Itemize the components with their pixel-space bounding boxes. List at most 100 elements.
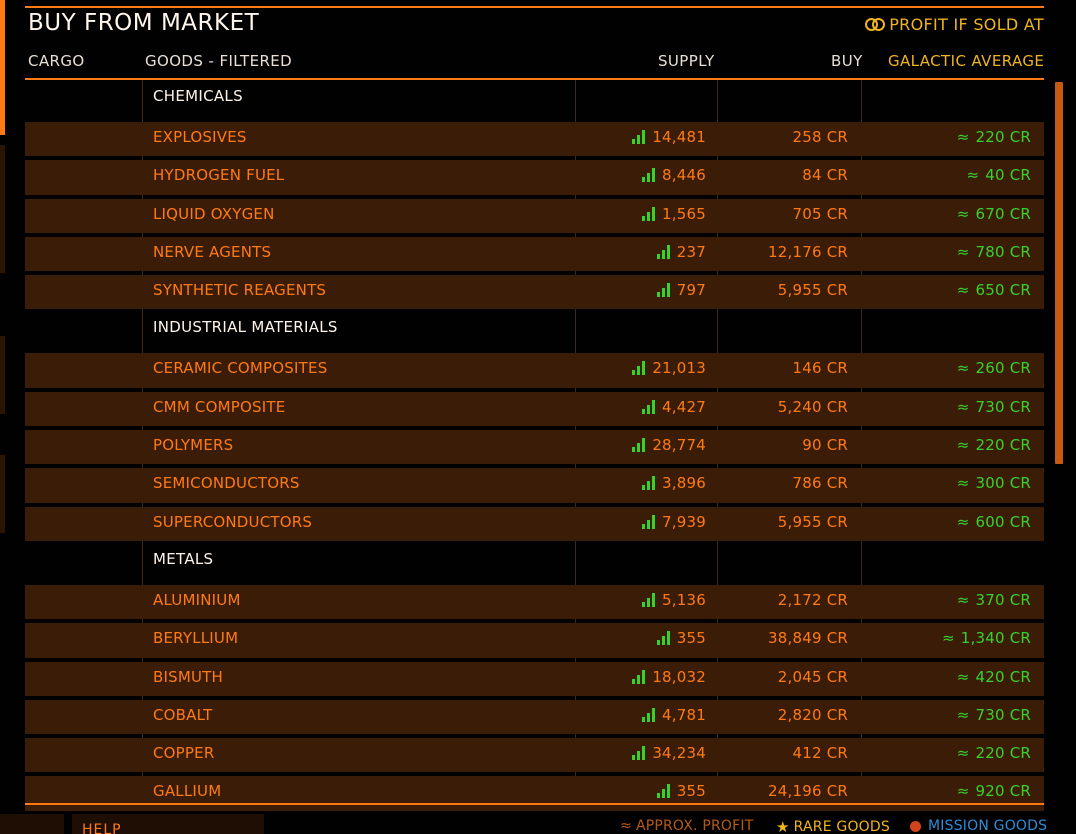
bottom-divider	[25, 803, 1044, 805]
supply-value: 355	[676, 782, 706, 801]
item-supply: 1,565	[642, 205, 706, 223]
market-item-row[interactable]: LIQUID OXYGEN 1,565 705 CR ≈670 CR	[25, 197, 1044, 235]
avg-value: 220 CR	[975, 128, 1031, 146]
supply-value: 5,136	[662, 590, 706, 609]
avg-value: 220 CR	[975, 744, 1031, 763]
item-name: ALUMINIUM	[153, 590, 241, 609]
avg-value: 730 CR	[975, 705, 1031, 724]
market-item-row[interactable]: GALLIUM 355 24,196 CR ≈920 CR	[25, 774, 1044, 812]
item-supply: 5,136	[642, 591, 706, 609]
item-buy-price: 24,196 CR	[768, 782, 848, 801]
market-item-row[interactable]: SYNTHETIC REAGENTS 797 5,955 CR ≈650 CR	[25, 273, 1044, 311]
item-galactic-average: ≈40 CR	[966, 166, 1031, 184]
item-buy-price: 84 CR	[802, 166, 848, 185]
item-supply: 797	[656, 281, 706, 299]
legend-mission-goods: MISSION GOODS	[910, 818, 1047, 834]
item-supply: 4,427	[642, 398, 706, 416]
signal-bars-icon	[642, 399, 656, 414]
item-name: HYDROGEN FUEL	[153, 166, 285, 185]
approx-icon: ≈	[956, 512, 970, 531]
avg-value: 920 CR	[975, 782, 1031, 801]
scrollbar[interactable]	[1055, 82, 1063, 464]
item-buy-price: 786 CR	[792, 474, 848, 493]
approx-icon: ≈	[956, 359, 970, 378]
item-buy-price: 258 CR	[792, 128, 848, 146]
item-buy-price: 5,955 CR	[777, 281, 848, 300]
signal-bars-icon	[632, 130, 646, 144]
market-item-row[interactable]: SUPERCONDUCTORS 7,939 5,955 CR ≈600 CR	[25, 505, 1044, 543]
column-header-supply[interactable]: SUPPLY	[658, 52, 715, 70]
signal-bars-icon	[656, 784, 670, 799]
supply-value: 34,234	[652, 744, 706, 763]
item-name: LIQUID OXYGEN	[153, 204, 275, 223]
market-item-row[interactable]: SEMICONDUCTORS 3,896 786 CR ≈300 CR	[25, 466, 1044, 504]
item-supply: 28,774	[632, 436, 706, 454]
supply-value: 4,427	[662, 397, 706, 416]
legend-rare-goods: ★ RARE GOODS	[776, 818, 890, 834]
category-label: METALS	[153, 549, 214, 568]
left-panel-edge	[0, 0, 5, 135]
avg-value: 420 CR	[975, 667, 1031, 686]
supply-value: 355	[676, 629, 706, 648]
avg-value: 370 CR	[975, 590, 1031, 609]
item-buy-price: 412 CR	[792, 744, 848, 763]
market-item-row[interactable]: NERVE AGENTS 237 12,176 CR ≈780 CR	[25, 235, 1044, 273]
avg-value: 40 CR	[985, 166, 1031, 185]
item-buy-price: 5,955 CR	[777, 512, 848, 531]
signal-bars-icon	[656, 283, 670, 298]
market-item-row[interactable]: POLYMERS 28,774 90 CR ≈220 CR	[25, 428, 1044, 466]
avg-value: 730 CR	[975, 397, 1031, 416]
market-item-row[interactable]: COBALT 4,781 2,820 CR ≈730 CR	[25, 698, 1044, 736]
market-item-row[interactable]: CMM COMPOSITE 4,427 5,240 CR ≈730 CR	[25, 390, 1044, 428]
profit-header[interactable]: PROFIT IF SOLD AT	[863, 15, 1044, 34]
item-galactic-average: ≈220 CR	[957, 128, 1031, 146]
footer-left-panel	[0, 814, 64, 834]
item-name: NERVE AGENTS	[153, 242, 272, 261]
signal-bars-icon	[642, 514, 656, 529]
column-header-galactic-average[interactable]: GALACTIC AVERAGE	[888, 52, 1044, 70]
category-row: INDUSTRIAL MATERIALS	[25, 311, 1044, 351]
item-galactic-average: ≈420 CR	[957, 668, 1031, 686]
avg-value: 300 CR	[975, 474, 1031, 493]
market-item-row[interactable]: HYDROGEN FUEL 8,446 84 CR ≈40 CR	[25, 158, 1044, 196]
item-supply: 8,446	[642, 166, 706, 184]
help-button[interactable]: HELP	[72, 814, 264, 834]
supply-value: 28,774	[652, 436, 706, 455]
item-name: EXPLOSIVES	[153, 128, 247, 146]
market-item-row[interactable]: ALUMINIUM 5,136 2,172 CR ≈370 CR	[25, 583, 1044, 621]
item-galactic-average: ≈650 CR	[957, 281, 1031, 299]
avg-value: 670 CR	[975, 204, 1031, 223]
market-item-row[interactable]: CERAMIC COMPOSITES 21,013 146 CR ≈260 CR	[25, 351, 1044, 389]
item-buy-price: 146 CR	[792, 359, 848, 378]
item-buy-price: 2,820 CR	[777, 705, 848, 724]
approx-icon: ≈	[956, 474, 970, 493]
signal-bars-icon	[656, 631, 670, 646]
approx-icon: ≈	[956, 744, 970, 763]
market-item-row[interactable]: COPPER 34,234 412 CR ≈220 CR	[25, 736, 1044, 774]
signal-bars-icon	[642, 168, 656, 183]
avg-value: 1,340 CR	[960, 629, 1031, 648]
approx-icon: ≈	[620, 818, 632, 834]
supply-value: 4,781	[662, 705, 706, 724]
supply-value: 14,481	[652, 128, 706, 146]
market-item-row[interactable]: BISMUTH 18,032 2,045 CR ≈420 CR	[25, 660, 1044, 698]
signal-bars-icon	[656, 244, 670, 259]
column-header-goods[interactable]: GOODS - FILTERED	[145, 52, 292, 70]
item-galactic-average: ≈220 CR	[957, 436, 1031, 454]
market-screen: BUY FROM MARKET PROFIT IF SOLD AT CARGO …	[0, 0, 1076, 834]
item-supply: 7,939	[642, 513, 706, 531]
item-name: CMM COMPOSITE	[153, 397, 286, 416]
avg-value: 780 CR	[975, 242, 1031, 261]
column-header-buy[interactable]: BUY	[831, 52, 863, 70]
column-header-cargo[interactable]: CARGO	[28, 52, 85, 70]
item-name: SEMICONDUCTORS	[153, 474, 300, 493]
market-item-row[interactable]: EXPLOSIVES 14,481 258 CR ≈220 CR	[25, 120, 1044, 158]
supply-value: 7,939	[662, 512, 706, 531]
approx-icon: ≈	[956, 204, 970, 223]
supply-value: 3,896	[662, 474, 706, 493]
market-item-row[interactable]: BERYLLIUM 355 38,849 CR ≈1,340 CR	[25, 621, 1044, 659]
market-table: CHEMICALS EXPLOSIVES 14,481 258 CR ≈220 CR HY…	[25, 80, 1044, 813]
item-galactic-average: ≈600 CR	[957, 513, 1031, 531]
item-buy-price: 90 CR	[802, 436, 848, 455]
item-supply: 355	[656, 629, 706, 648]
